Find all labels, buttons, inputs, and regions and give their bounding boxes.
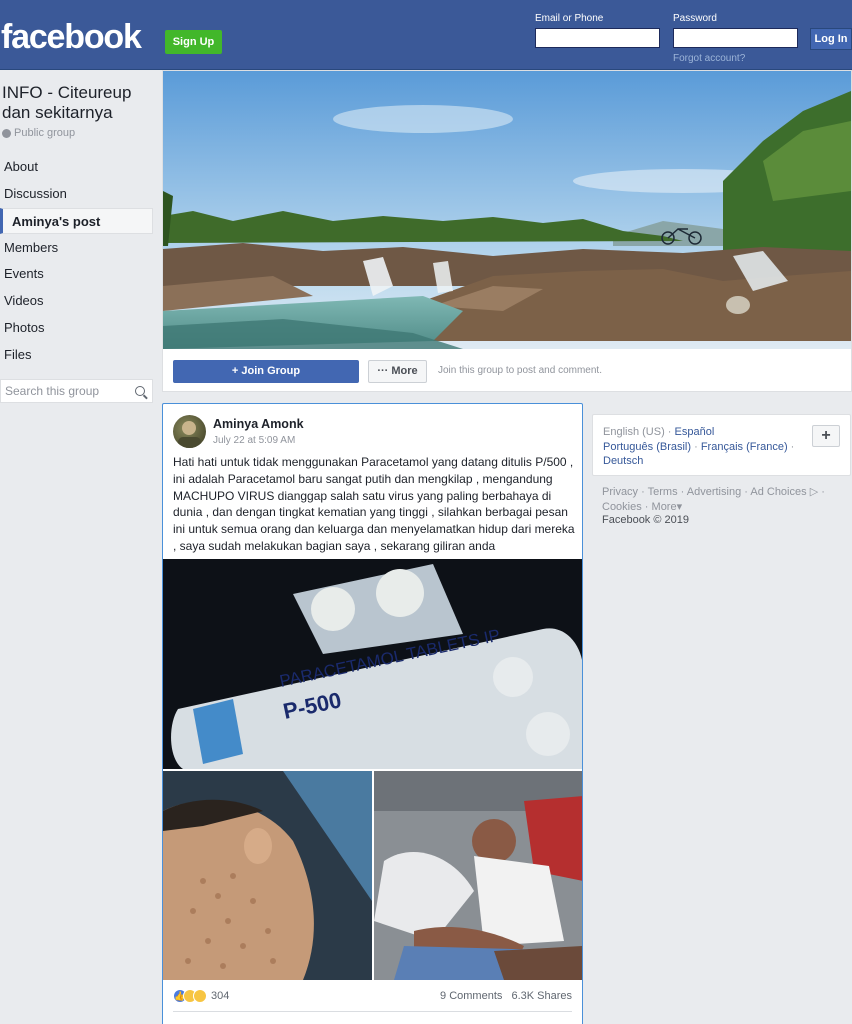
language-link-portugues[interactable]: Português (Brasil) (603, 441, 691, 453)
more-label: More (391, 365, 418, 377)
nav-item-members[interactable]: Members (0, 235, 153, 261)
group-post: Aminya Amonk July 22 at 5:09 AM Hati hat… (162, 403, 583, 1024)
group-cover-section: + Join Group ··· More Join this group to… (162, 70, 852, 392)
post-divider (173, 1011, 572, 1012)
nav-item-files[interactable]: Files (0, 342, 153, 368)
post-timestamp[interactable]: July 22 at 5:09 AM (213, 435, 295, 446)
shares-count[interactable]: 6.3K Shares (511, 990, 572, 1002)
post-text-line: dunia , dan dengan tingkat kematian yang… (173, 505, 568, 520)
globe-icon (2, 128, 11, 138)
footer-privacy[interactable]: Privacy (602, 486, 638, 498)
email-label: Email or Phone (535, 13, 604, 24)
dropdown-icon: ▾ (676, 500, 683, 513)
post-text-line: , saya sudah melakukan bagian saya , sek… (173, 538, 496, 553)
nav-item-photos[interactable]: Photos (0, 315, 153, 341)
post-photo-hospital-patient[interactable] (374, 771, 582, 980)
post-text-line: ini untuk semua orang dan keluarga dan m… (173, 522, 575, 537)
search-icon[interactable] (135, 386, 145, 396)
footer-terms[interactable]: Terms (648, 486, 678, 498)
nav-item-discussion[interactable]: Discussion (0, 181, 153, 207)
cover-photo[interactable] (163, 71, 851, 349)
facebook-logo[interactable]: facebook (1, 18, 142, 57)
post-body-text: Hati hati untuk tidak menggunakan Parace… (173, 454, 578, 555)
join-group-button[interactable]: + Join Group (173, 360, 359, 383)
language-link-deutsch[interactable]: Deutsch (603, 455, 643, 467)
post-reactions[interactable]: 👍 304 (173, 989, 229, 1003)
log-in-button[interactable]: Log In (810, 28, 852, 50)
language-selector: English (US) · Español Português (Brasil… (592, 414, 851, 476)
nav-item-aminyas-post[interactable]: Aminya's post (0, 208, 153, 234)
top-navigation-bar: facebook Sign Up Email or Phone Password… (0, 0, 852, 70)
ad-choices-icon: ▷ (809, 486, 819, 498)
more-languages-button[interactable]: + (812, 425, 840, 447)
comments-count[interactable]: 9 Comments (440, 990, 502, 1002)
password-input[interactable] (673, 28, 798, 48)
language-current: English (US) (603, 426, 665, 438)
sign-up-button[interactable]: Sign Up (165, 30, 222, 54)
more-button[interactable]: ··· More (368, 360, 427, 383)
nav-item-videos[interactable]: Videos (0, 288, 153, 314)
post-author-name[interactable]: Aminya Amonk (213, 417, 304, 431)
footer-more[interactable]: More (652, 501, 677, 513)
post-stats: 9 Comments 6.3K Shares (434, 990, 572, 1002)
search-placeholder: Search this group (5, 384, 100, 398)
footer-cookies[interactable]: Cookies (602, 501, 642, 513)
footer-links: Privacy · Terms · Advertising · Ad Choic… (602, 486, 825, 513)
post-text-line: ini adalah Paracetamol baru sangat putih… (173, 471, 553, 486)
author-avatar[interactable] (173, 415, 206, 448)
email-input[interactable] (535, 28, 660, 48)
wow-reaction-icon (193, 989, 207, 1003)
group-privacy: Public group (2, 127, 75, 139)
nav-item-about[interactable]: About (0, 154, 153, 180)
ellipsis-icon: ··· (377, 365, 392, 377)
post-text-line: MACHUPO VIRUS dianggap salah satu virus … (173, 488, 552, 503)
search-group-input[interactable]: Search this group (0, 379, 153, 403)
copyright: Facebook © 2019 (602, 514, 689, 526)
join-hint-text: Join this group to post and comment. (438, 365, 602, 376)
language-link-espanol[interactable]: Español (675, 426, 715, 438)
post-photo-rash-head[interactable] (163, 771, 372, 980)
privacy-label: Public group (14, 127, 76, 139)
footer-advertising[interactable]: Advertising (687, 486, 741, 498)
post-text-line: Hati hati untuk tidak menggunakan Parace… (173, 455, 574, 469)
password-label: Password (673, 13, 717, 24)
group-title[interactable]: INFO - Citeureup dan sekitarnya (2, 83, 152, 123)
join-group-label: Join Group (241, 365, 301, 377)
post-photo-paracetamol[interactable]: PARACETAMOL TABLETS IP P-500 (163, 559, 582, 769)
footer-ad-choices[interactable]: Ad Choices (750, 486, 806, 498)
language-link-francais[interactable]: Français (France) (701, 441, 788, 453)
reaction-count[interactable]: 304 (211, 990, 229, 1002)
forgot-account-link[interactable]: Forgot account? (673, 53, 745, 64)
plus-icon: + (231, 365, 242, 377)
nav-item-events[interactable]: Events (0, 261, 153, 287)
